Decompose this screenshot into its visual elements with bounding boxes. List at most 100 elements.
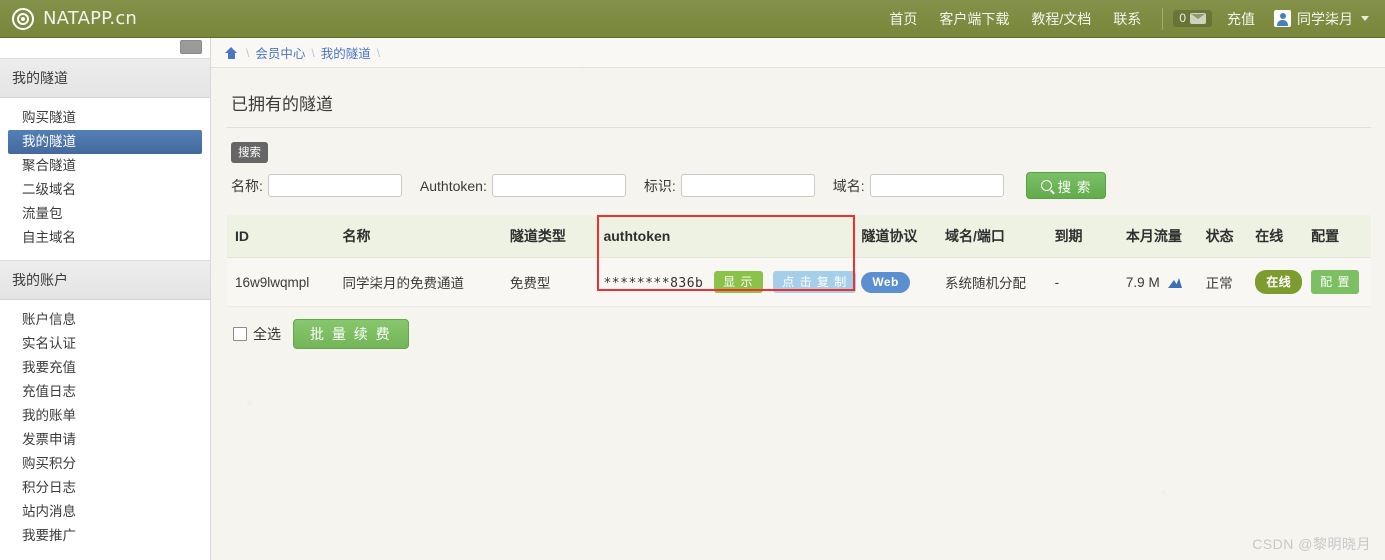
sidebar-section-title-account: 我的账户 <box>0 260 210 300</box>
sidebar-item-custom-domain[interactable]: 自主域名 <box>8 226 202 250</box>
bulk-renew-button[interactable]: 批 量 续 费 <box>293 319 409 349</box>
search-input-authtoken[interactable] <box>491 174 626 197</box>
breadcrumb-separator: \ <box>376 45 381 60</box>
filter-label-authtoken: Authtoken: <box>419 177 487 194</box>
authtoken-masked-value: ********836b <box>603 276 704 291</box>
search-button[interactable]: 搜 索 <box>1025 172 1107 199</box>
column-header-type: 隧道类型 <box>509 215 592 258</box>
column-header-authtoken: authtoken <box>591 215 862 258</box>
cell-config: 配 置 <box>1311 257 1371 307</box>
select-all-checkbox[interactable] <box>233 327 247 341</box>
chart-icon[interactable] <box>1168 277 1183 288</box>
sidebar-item-recharge[interactable]: 我要充值 <box>8 356 202 380</box>
message-count: 0 <box>1179 11 1186 25</box>
cell-online: 在线 <box>1255 257 1312 307</box>
nav-item-home[interactable]: 首页 <box>878 0 928 38</box>
main-content: \ 会员中心 \ 我的隧道 \ 已拥有的隧道 搜索 名称: Authtoken:… <box>211 38 1385 560</box>
sidebar-item-points-log[interactable]: 积分日志 <box>8 476 202 500</box>
brand-name: NATAPP.cn <box>43 8 138 29</box>
show-authtoken-button[interactable]: 显 示 <box>714 271 763 293</box>
copy-authtoken-button[interactable]: 点 击 复 制 <box>773 271 857 293</box>
home-icon[interactable] <box>225 46 238 59</box>
sidebar-section-list-account: 账户信息 实名认证 我要充值 充值日志 我的账单 发票申请 购买积分 积分日志 … <box>0 300 210 558</box>
filter-label-identifier: 标识: <box>643 177 676 194</box>
user-menu[interactable]: 同学柒月 <box>1266 0 1373 38</box>
breadcrumb: \ 会员中心 \ 我的隧道 \ <box>211 38 1385 68</box>
sidebar-item-realname-auth[interactable]: 实名认证 <box>8 332 202 356</box>
online-status-badge: 在线 <box>1255 270 1303 294</box>
app-window: NATAPP.cn 首页 客户端下载 教程/文档 联系 0 充值 同学柒月 我的… <box>0 0 1385 560</box>
nav-item-client-download[interactable]: 客户端下载 <box>928 0 1020 38</box>
config-button[interactable]: 配 置 <box>1311 270 1360 294</box>
nav-item-docs[interactable]: 教程/文档 <box>1020 0 1102 38</box>
collapse-icon[interactable] <box>180 40 202 54</box>
column-header-id: ID <box>227 215 343 258</box>
nav-item-recharge[interactable]: 充值 <box>1216 0 1266 38</box>
sidebar-item-traffic-package[interactable]: 流量包 <box>8 202 202 226</box>
flow-value: 7.9 M <box>1125 274 1160 290</box>
breadcrumb-separator: \ <box>246 45 250 60</box>
column-header-expire: 到期 <box>1054 215 1126 258</box>
tunnels-table: ID 名称 隧道类型 authtoken 隧道协议 域名/端口 到期 本月流量 … <box>227 215 1371 307</box>
sidebar-item-site-messages[interactable]: 站内消息 <box>8 500 202 524</box>
sidebar: 我的隧道 购买隧道 我的隧道 聚合隧道 二级域名 流量包 自主域名 我的账户 账… <box>0 38 211 560</box>
cell-expire: - <box>1054 257 1126 307</box>
search-input-name[interactable] <box>267 174 402 197</box>
column-header-name: 名称 <box>342 215 510 258</box>
sidebar-item-invoice-request[interactable]: 发票申请 <box>8 428 202 452</box>
sidebar-item-subdomain[interactable]: 二级域名 <box>8 178 202 202</box>
watermark: CSDN @黎明晓月 <box>1252 536 1371 552</box>
breadcrumb-separator: \ <box>311 45 315 60</box>
user-avatar-icon <box>1274 10 1291 27</box>
cell-protocol: Web <box>861 257 945 307</box>
table-row: 16w9lwqmpl 同学柒月的免费通道 免费型 ********836b 显 … <box>227 257 1371 307</box>
bulk-action-row: 全选 批 量 续 费 <box>233 319 1371 349</box>
filter-label-domain: 域名: <box>832 177 865 194</box>
column-header-online: 在线 <box>1255 215 1312 258</box>
sidebar-item-aggregate-tunnel[interactable]: 聚合隧道 <box>8 154 202 178</box>
table-header-row: ID 名称 隧道类型 authtoken 隧道协议 域名/端口 到期 本月流量 … <box>227 215 1371 258</box>
top-navigation-bar: NATAPP.cn 首页 客户端下载 教程/文档 联系 0 充值 同学柒月 <box>0 0 1385 38</box>
column-header-status: 状态 <box>1205 215 1256 258</box>
page-title: 已拥有的隧道 <box>227 84 1371 128</box>
content-area: 已拥有的隧道 搜索 名称: Authtoken: 标识: 域名: 搜 索 ID … <box>211 68 1385 349</box>
message-badge[interactable]: 0 <box>1173 10 1212 27</box>
column-header-domain: 域名/端口 <box>944 215 1055 258</box>
search-input-domain[interactable] <box>869 174 1004 197</box>
sidebar-item-buy-points[interactable]: 购买积分 <box>8 452 202 476</box>
select-all-label: 全选 <box>253 326 281 342</box>
sidebar-item-promotion[interactable]: 我要推广 <box>8 524 202 548</box>
search-panel: 搜索 名称: Authtoken: 标识: 域名: 搜 索 <box>227 142 1371 199</box>
sidebar-item-account-info[interactable]: 账户信息 <box>8 308 202 332</box>
breadcrumb-item-member-center[interactable]: 会员中心 <box>255 43 305 62</box>
cell-name: 同学柒月的免费通道 <box>342 257 510 307</box>
sidebar-item-my-tunnel[interactable]: 我的隧道 <box>8 130 202 154</box>
tunnels-table-wrapper: ID 名称 隧道类型 authtoken 隧道协议 域名/端口 到期 本月流量 … <box>227 215 1371 307</box>
sidebar-item-buy-tunnel[interactable]: 购买隧道 <box>8 106 202 130</box>
brand-logo-link[interactable]: NATAPP.cn <box>12 0 137 38</box>
cell-domain: 系统随机分配 <box>944 257 1055 307</box>
column-header-config: 配置 <box>1311 215 1371 258</box>
breadcrumb-item-my-tunnel[interactable]: 我的隧道 <box>321 43 371 62</box>
search-input-identifier[interactable] <box>680 174 815 197</box>
sidebar-item-recharge-log[interactable]: 充值日志 <box>8 380 202 404</box>
cell-type: 免费型 <box>509 257 592 307</box>
filter-row: 名称: Authtoken: 标识: 域名: 搜 索 <box>231 172 1371 199</box>
nav-divider <box>1162 7 1164 30</box>
top-nav-links: 首页 客户端下载 教程/文档 联系 0 充值 同学柒月 <box>878 0 1385 38</box>
spiral-target-icon <box>12 7 34 30</box>
column-header-protocol: 隧道协议 <box>861 215 945 258</box>
nav-item-contact[interactable]: 联系 <box>1102 0 1152 38</box>
search-button-label: 搜 索 <box>1057 179 1092 195</box>
cell-id: 16w9lwqmpl <box>227 257 343 307</box>
filter-label-name: 名称: <box>231 177 263 194</box>
chevron-down-icon <box>1361 16 1369 21</box>
sidebar-toggle-row <box>0 38 210 58</box>
cell-status: 正常 <box>1205 257 1256 307</box>
search-section-tag: 搜索 <box>231 142 268 163</box>
sidebar-section-list-tunnels: 购买隧道 我的隧道 聚合隧道 二级域名 流量包 自主域名 <box>0 98 210 260</box>
cell-flow: 7.9 M <box>1125 257 1206 307</box>
sidebar-item-my-bills[interactable]: 我的账单 <box>8 404 202 428</box>
envelope-icon <box>1190 12 1206 24</box>
column-header-flow: 本月流量 <box>1125 215 1206 258</box>
